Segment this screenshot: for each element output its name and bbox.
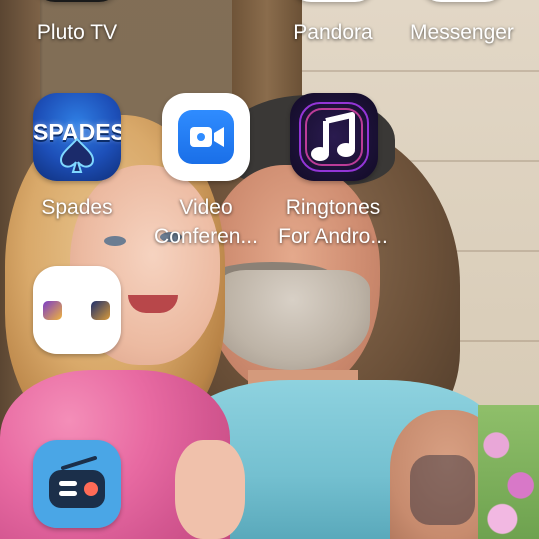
pandora-label[interactable]: Pandora [268,19,398,46]
wallpaper-siding [300,70,539,72]
video-conferencing-label-line1[interactable]: Video [141,194,271,221]
video-camera-icon [190,127,224,147]
wallpaper-man-beard [215,270,370,370]
radio-app-icon[interactable] [33,440,121,528]
spades-app-icon[interactable]: SPADES [33,93,121,181]
wallpaper-child-arm [175,440,245,539]
ringtones-app-icon[interactable] [290,93,378,181]
folder-mini-app-2-icon [91,301,110,320]
app-folder-icon[interactable] [33,266,121,354]
wallpaper-flowers [478,405,539,539]
music-note-icon [299,102,369,172]
folder-mini-app-1-icon [43,301,62,320]
spades-label[interactable]: Spades [12,194,142,221]
messenger-label[interactable]: Messenger [397,19,527,46]
home-screen: Pluto TV Pandora Messenger SPADES Spades… [0,0,539,539]
wallpaper-child-eye [104,236,126,246]
spade-suit-icon [59,137,95,173]
ringtones-label-line1[interactable]: Ringtones [268,194,398,221]
radio-icon [49,456,105,508]
pluto-tv-label[interactable]: Pluto TV [12,19,142,46]
video-conferencing-label-line2[interactable]: Conferen... [141,223,271,250]
ringtones-label-line2[interactable]: For Andro... [268,223,398,250]
video-conferencing-app-icon[interactable] [162,93,250,181]
wallpaper-tattoo [410,455,475,525]
